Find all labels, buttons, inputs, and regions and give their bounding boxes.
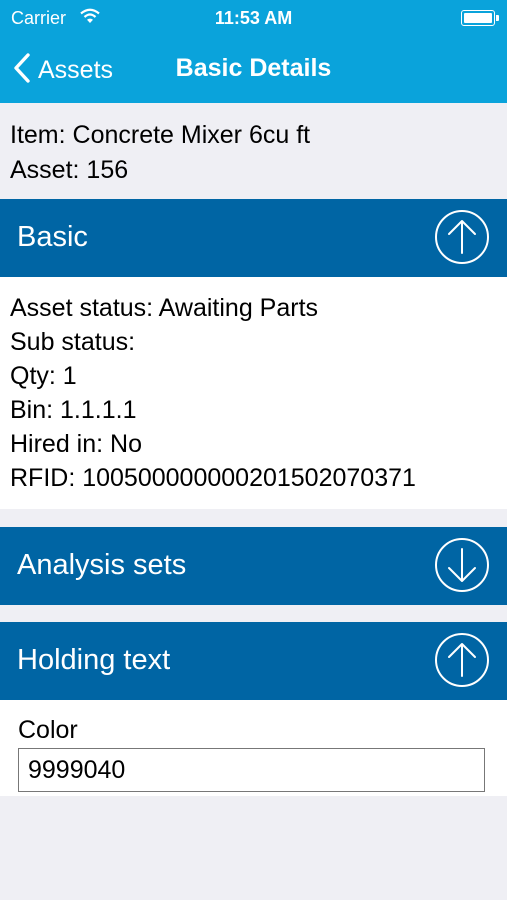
- basic-section-title: Basic: [17, 221, 88, 253]
- status-bar: Carrier 11:53 AM: [0, 0, 507, 36]
- analysis-section-header[interactable]: Analysis sets: [0, 527, 507, 605]
- item-name: Item: Concrete Mixer 6cu ft: [10, 121, 311, 149]
- basic-section-header[interactable]: Basic: [0, 199, 507, 277]
- page-title: Basic Details: [175, 54, 332, 82]
- arrow-up-circle-icon[interactable]: [434, 632, 490, 688]
- navigation-bar: Assets Basic Details: [0, 36, 507, 103]
- bin: Bin: 1.1.1.1: [10, 396, 137, 424]
- status-time: 11:53 AM: [214, 8, 293, 28]
- holding-section-title: Holding text: [17, 644, 171, 676]
- asset-number: Asset: 156: [10, 156, 129, 184]
- quantity: Qty: 1: [10, 362, 77, 390]
- analysis-section-title: Analysis sets: [17, 549, 187, 581]
- arrow-up-circle-icon[interactable]: [434, 209, 490, 265]
- item-info: Item: Concrete Mixer 6cu ft Asset: 156: [0, 103, 507, 199]
- basic-section-body: Asset status: Awaiting Parts Sub status:…: [0, 277, 507, 509]
- arrow-down-circle-icon[interactable]: [434, 537, 490, 593]
- rfid: RFID: 100500000000201502070371: [10, 464, 416, 492]
- battery-icon: [461, 10, 499, 26]
- holding-section-header[interactable]: Holding text: [0, 622, 507, 700]
- holding-section-body: Color: [0, 700, 507, 796]
- sub-status: Sub status:: [10, 328, 136, 356]
- color-label: Color: [18, 716, 78, 744]
- asset-status: Asset status: Awaiting Parts: [10, 294, 319, 322]
- hired-in: Hired in: No: [10, 430, 142, 458]
- color-field[interactable]: [18, 748, 485, 792]
